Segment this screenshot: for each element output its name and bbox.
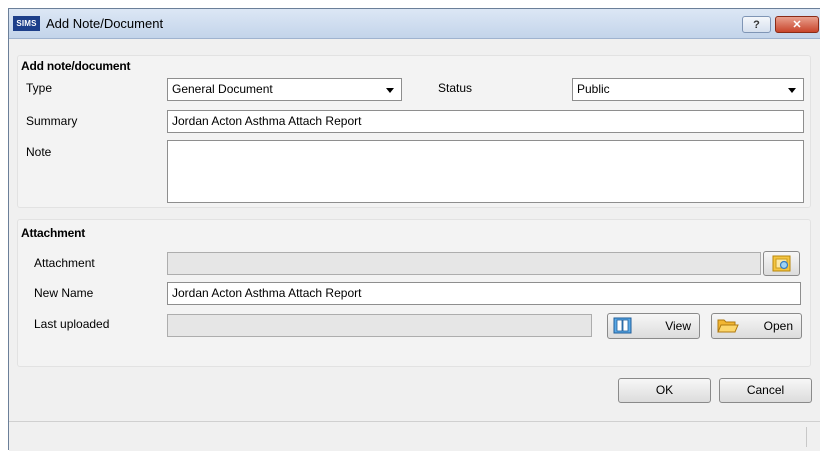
summary-label: Summary [26,114,78,128]
new-name-label: New Name [34,286,94,300]
status-label: Status [438,81,473,95]
type-label: Type [26,81,53,95]
view-button[interactable]: View [607,313,700,339]
attachment-path-field [167,252,761,275]
dialog-title: Add Note/Document [46,16,164,31]
open-button[interactable]: Open [711,313,802,339]
attachment-group-title: Attachment [21,226,86,240]
new-name-input[interactable]: Jordan Acton Asthma Attach Report [167,282,801,305]
note-group-title: Add note/document [21,59,131,73]
view-document-icon [613,317,632,334]
chevron-down-icon [788,88,796,93]
status-selected-value: Public [577,82,610,96]
chevron-down-icon [386,88,394,93]
summary-input[interactable]: Jordan Acton Asthma Attach Report [167,110,804,133]
title-bar: SIMS Add Note/Document ? ✕ [9,9,820,39]
add-note-document-dialog: SIMS Add Note/Document ? ✕ Add note/docu… [8,8,820,451]
status-bar-separator [806,427,807,447]
browse-file-icon [772,255,791,272]
close-button[interactable]: ✕ [775,16,819,33]
ok-button[interactable]: OK [618,378,711,403]
open-button-label: Open [763,319,793,333]
last-uploaded-field [167,314,592,337]
last-uploaded-label: Last uploaded [34,317,110,331]
attachment-label: Attachment [34,256,95,270]
note-details-group: Add note/document Type General Document … [17,55,811,208]
status-bar [9,422,820,451]
help-button[interactable]: ? [742,16,771,33]
note-textarea[interactable] [167,140,804,203]
view-button-label: View [665,319,691,333]
browse-attachment-button[interactable] [763,251,800,276]
sims-app-icon: SIMS [13,16,40,31]
open-folder-icon [717,319,739,333]
attachment-group: Attachment Attachment New Name Jordan Ac… [17,219,811,367]
type-dropdown[interactable]: General Document [167,78,402,101]
note-label: Note [26,145,52,159]
status-dropdown[interactable]: Public [572,78,804,101]
cancel-button[interactable]: Cancel [719,378,812,403]
type-selected-value: General Document [172,82,273,96]
